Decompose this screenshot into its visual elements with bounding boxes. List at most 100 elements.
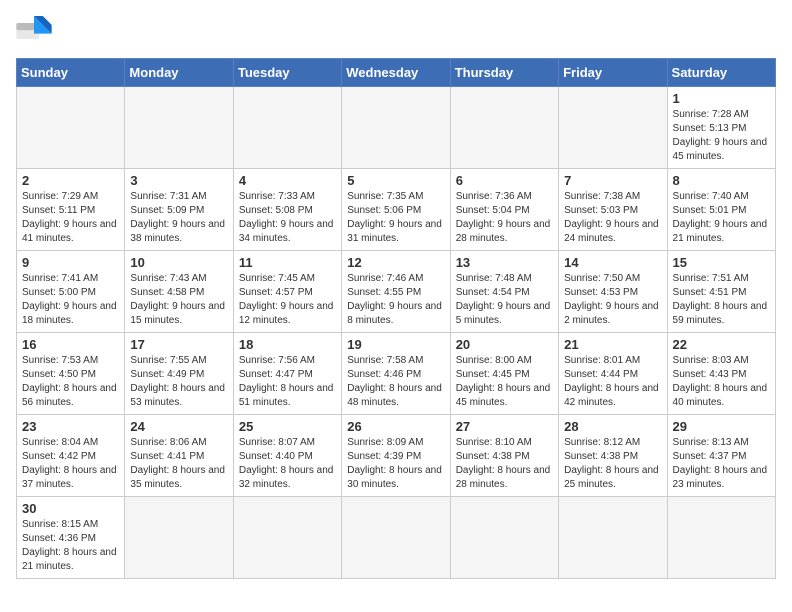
logo [16, 16, 58, 46]
calendar-cell: 27 Sunrise: 8:10 AM Sunset: 4:38 PM Dayli… [450, 415, 558, 497]
day-info: Sunrise: 7:40 AM Sunset: 5:01 PM Dayligh… [673, 190, 770, 246]
day-info: Sunrise: 8:01 AM Sunset: 4:44 PM Dayligh… [564, 354, 661, 410]
day-number: 5 [347, 173, 444, 188]
day-info: Sunrise: 8:03 AM Sunset: 4:43 PM Dayligh… [673, 354, 770, 410]
day-number: 12 [347, 255, 444, 270]
day-info: Sunrise: 7:43 AM Sunset: 4:58 PM Dayligh… [130, 272, 227, 328]
day-info: Sunrise: 8:13 AM Sunset: 4:37 PM Dayligh… [673, 436, 770, 492]
calendar-cell: 26 Sunrise: 8:09 AM Sunset: 4:39 PM Dayli… [342, 415, 450, 497]
day-info: Sunrise: 8:10 AM Sunset: 4:38 PM Dayligh… [456, 436, 553, 492]
calendar-cell: 2Sunrise: 7:29 AM Sunset: 5:11 PM Daylig… [17, 169, 125, 251]
day-number: 26 [347, 419, 444, 434]
logo-icon [16, 16, 52, 46]
calendar-cell [233, 87, 341, 169]
weekday-header-friday: Friday [559, 59, 667, 87]
calendar-cell: 23 Sunrise: 8:04 AM Sunset: 4:42 PM Dayli… [17, 415, 125, 497]
calendar-cell: 1 Sunrise: 7:28 AM Sunset: 5:13 PM Daylig… [667, 87, 775, 169]
day-number: 9 [22, 255, 119, 270]
calendar-cell [450, 497, 558, 579]
calendar-cell: 20 Sunrise: 8:00 AM Sunset: 4:45 PM Dayli… [450, 333, 558, 415]
day-number: 18 [239, 337, 336, 352]
day-number: 25 [239, 419, 336, 434]
calendar-cell: 16 Sunrise: 7:53 AM Sunset: 4:50 PM Dayli… [17, 333, 125, 415]
day-info: Sunrise: 7:36 AM Sunset: 5:04 PM Dayligh… [456, 190, 553, 246]
calendar-cell: 10 Sunrise: 7:43 AM Sunset: 4:58 PM Dayli… [125, 251, 233, 333]
day-number: 4 [239, 173, 336, 188]
day-info: Sunrise: 7:58 AM Sunset: 4:46 PM Dayligh… [347, 354, 444, 410]
day-number: 24 [130, 419, 227, 434]
calendar-cell: 4 Sunrise: 7:33 AM Sunset: 5:08 PM Daylig… [233, 169, 341, 251]
weekday-header-saturday: Saturday [667, 59, 775, 87]
calendar-cell [125, 87, 233, 169]
calendar-cell: 14Sunrise: 7:50 AM Sunset: 4:53 PM Dayli… [559, 251, 667, 333]
calendar-cell: 7 Sunrise: 7:38 AM Sunset: 5:03 PM Daylig… [559, 169, 667, 251]
weekday-header-tuesday: Tuesday [233, 59, 341, 87]
day-info: Sunrise: 7:50 AM Sunset: 4:53 PM Dayligh… [564, 272, 661, 328]
day-info: Sunrise: 7:41 AM Sunset: 5:00 PM Dayligh… [22, 272, 119, 328]
calendar-cell: 24 Sunrise: 8:06 AM Sunset: 4:41 PM Dayli… [125, 415, 233, 497]
calendar-cell: 5 Sunrise: 7:35 AM Sunset: 5:06 PM Daylig… [342, 169, 450, 251]
day-info: Sunrise: 7:33 AM Sunset: 5:08 PM Dayligh… [239, 190, 336, 246]
day-number: 10 [130, 255, 227, 270]
day-info: Sunrise: 7:28 AM Sunset: 5:13 PM Dayligh… [673, 108, 770, 164]
day-info: Sunrise: 7:46 AM Sunset: 4:55 PM Dayligh… [347, 272, 444, 328]
calendar-cell: 6 Sunrise: 7:36 AM Sunset: 5:04 PM Daylig… [450, 169, 558, 251]
calendar-cell: 22 Sunrise: 8:03 AM Sunset: 4:43 PM Dayli… [667, 333, 775, 415]
day-number: 20 [456, 337, 553, 352]
day-info: Sunrise: 7:45 AM Sunset: 4:57 PM Dayligh… [239, 272, 336, 328]
day-info: Sunrise: 7:53 AM Sunset: 4:50 PM Dayligh… [22, 354, 119, 410]
day-number: 30 [22, 501, 119, 516]
day-info: Sunrise: 8:09 AM Sunset: 4:39 PM Dayligh… [347, 436, 444, 492]
calendar-cell [342, 497, 450, 579]
day-number: 8 [673, 173, 770, 188]
day-number: 7 [564, 173, 661, 188]
day-number: 6 [456, 173, 553, 188]
day-info: Sunrise: 7:31 AM Sunset: 5:09 PM Dayligh… [130, 190, 227, 246]
day-info: Sunrise: 8:06 AM Sunset: 4:41 PM Dayligh… [130, 436, 227, 492]
calendar-cell: 19 Sunrise: 7:58 AM Sunset: 4:46 PM Dayli… [342, 333, 450, 415]
day-info: Sunrise: 7:55 AM Sunset: 4:49 PM Dayligh… [130, 354, 227, 410]
calendar-cell: 29 Sunrise: 8:13 AM Sunset: 4:37 PM Dayli… [667, 415, 775, 497]
calendar-cell: 9 Sunrise: 7:41 AM Sunset: 5:00 PM Daylig… [17, 251, 125, 333]
calendar-cell: 3 Sunrise: 7:31 AM Sunset: 5:09 PM Daylig… [125, 169, 233, 251]
calendar-cell [233, 497, 341, 579]
day-number: 23 [22, 419, 119, 434]
day-number: 11 [239, 255, 336, 270]
day-number: 21 [564, 337, 661, 352]
day-number: 22 [673, 337, 770, 352]
day-number: 17 [130, 337, 227, 352]
weekday-header-sunday: Sunday [17, 59, 125, 87]
calendar-cell: 21 Sunrise: 8:01 AM Sunset: 4:44 PM Dayli… [559, 333, 667, 415]
day-info: Sunrise: 7:56 AM Sunset: 4:47 PM Dayligh… [239, 354, 336, 410]
calendar: SundayMondayTuesdayWednesdayThursdayFrid… [16, 58, 776, 579]
calendar-cell: 28 Sunrise: 8:12 AM Sunset: 4:38 PM Dayli… [559, 415, 667, 497]
day-info: Sunrise: 8:12 AM Sunset: 4:38 PM Dayligh… [564, 436, 661, 492]
day-info: Sunrise: 7:48 AM Sunset: 4:54 PM Dayligh… [456, 272, 553, 328]
day-info: Sunrise: 8:07 AM Sunset: 4:40 PM Dayligh… [239, 436, 336, 492]
day-number: 1 [673, 91, 770, 106]
day-number: 13 [456, 255, 553, 270]
day-number: 28 [564, 419, 661, 434]
calendar-cell [342, 87, 450, 169]
day-info: Sunrise: 8:00 AM Sunset: 4:45 PM Dayligh… [456, 354, 553, 410]
calendar-cell: 18 Sunrise: 7:56 AM Sunset: 4:47 PM Dayli… [233, 333, 341, 415]
calendar-cell: 12 Sunrise: 7:46 AM Sunset: 4:55 PM Dayli… [342, 251, 450, 333]
calendar-cell: 15Sunrise: 7:51 AM Sunset: 4:51 PM Dayli… [667, 251, 775, 333]
calendar-cell [450, 87, 558, 169]
day-number: 29 [673, 419, 770, 434]
day-info: Sunrise: 7:38 AM Sunset: 5:03 PM Dayligh… [564, 190, 661, 246]
day-number: 3 [130, 173, 227, 188]
calendar-cell: 17 Sunrise: 7:55 AM Sunset: 4:49 PM Dayli… [125, 333, 233, 415]
day-info: Sunrise: 7:51 AM Sunset: 4:51 PM Dayligh… [673, 272, 770, 328]
day-info: Sunrise: 8:04 AM Sunset: 4:42 PM Dayligh… [22, 436, 119, 492]
day-number: 19 [347, 337, 444, 352]
weekday-header-monday: Monday [125, 59, 233, 87]
calendar-cell: 30Sunrise: 8:15 AM Sunset: 4:36 PM Dayli… [17, 497, 125, 579]
calendar-cell: 25 Sunrise: 8:07 AM Sunset: 4:40 PM Dayli… [233, 415, 341, 497]
calendar-cell: 8 Sunrise: 7:40 AM Sunset: 5:01 PM Daylig… [667, 169, 775, 251]
calendar-cell [125, 497, 233, 579]
day-number: 16 [22, 337, 119, 352]
day-number: 2 [22, 173, 119, 188]
day-info: Sunrise: 7:35 AM Sunset: 5:06 PM Dayligh… [347, 190, 444, 246]
day-number: 27 [456, 419, 553, 434]
